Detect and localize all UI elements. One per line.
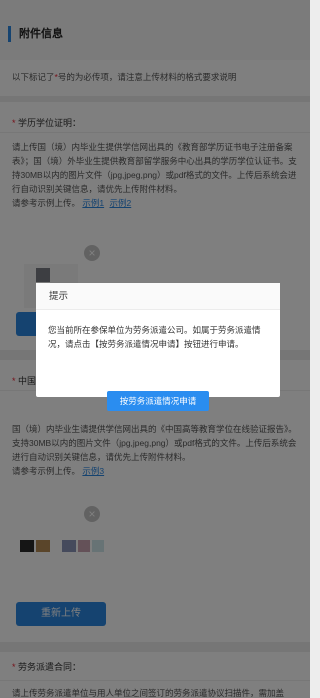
page: 附件信息 以下标记了*号的为必传项，请注意上传材料的格式要求说明 * 学历学位证… [0, 0, 310, 698]
notice-dialog: 提示 您当前所在参保单位为劳务派遣公司。如属于劳务派遣情况，请点击【按劳务派遣情… [36, 283, 280, 411]
dialog-message: 您当前所在参保单位为劳务派遣公司。如属于劳务派遣情况，请点击【按劳务派遣情况申请… [48, 325, 261, 349]
dialog-title: 提示 [36, 283, 280, 310]
apply-labor-dispatch-button[interactable]: 按劳务派遣情况申请 [107, 391, 209, 411]
